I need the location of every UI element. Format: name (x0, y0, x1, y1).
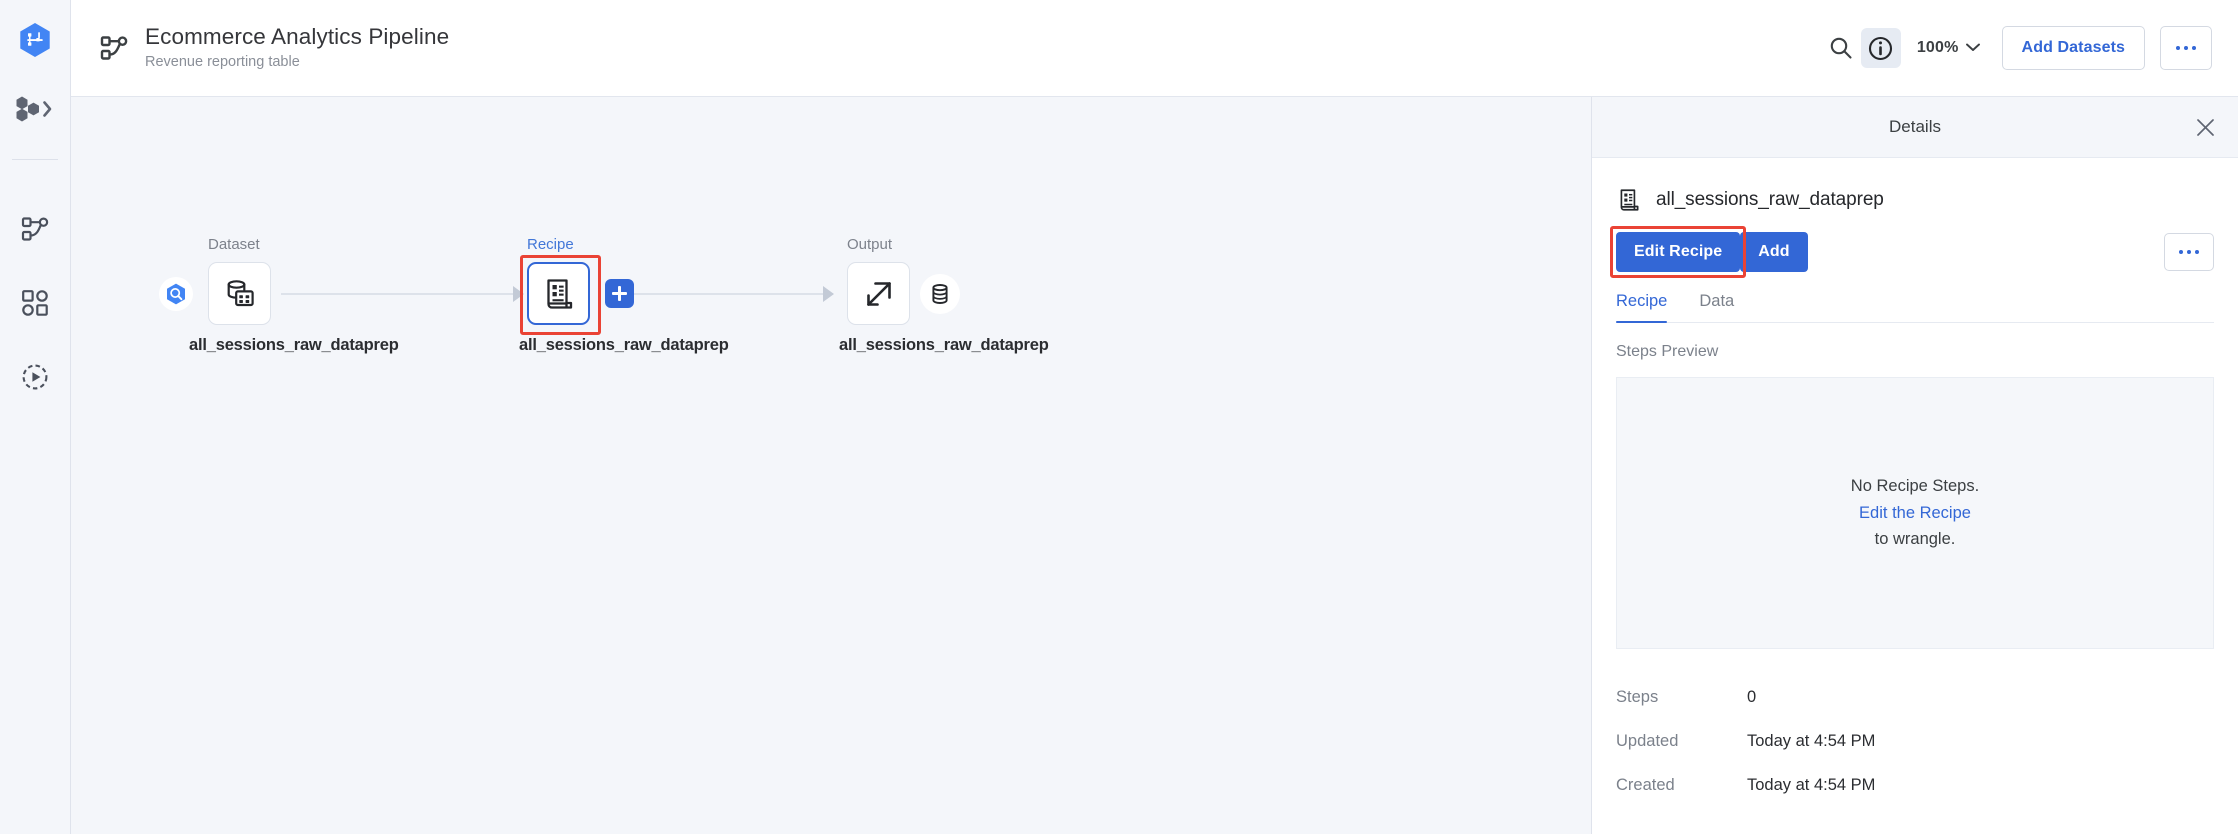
empty-state-message: No Recipe Steps. Edit the Recipe to wran… (1851, 473, 1979, 553)
edge-dataset-to-recipe (281, 293, 521, 295)
recipe-node-box[interactable] (527, 262, 590, 325)
node-name-label: all_sessions_raw_dataprep (189, 336, 399, 354)
grid-squares-icon (22, 290, 48, 316)
meta-key: Created (1616, 775, 1675, 794)
page-title-block: Ecommerce Analytics Pipeline Revenue rep… (99, 23, 449, 74)
details-panel: Details all_sessions_raw_dataprep Edit R… (1592, 97, 2238, 834)
search-icon[interactable] (1821, 28, 1861, 68)
database-table-icon (227, 279, 254, 306)
meta-key: Steps (1616, 687, 1659, 706)
meta-value: Today at 4:54 PM (1747, 731, 1876, 750)
details-body: all_sessions_raw_dataprep Edit Recipe Ad… (1592, 158, 2238, 834)
bigquery-source-badge[interactable] (159, 277, 193, 311)
meta-value: 0 (1747, 687, 1757, 706)
close-icon[interactable] (2188, 110, 2222, 144)
dataset-node-box[interactable] (208, 262, 271, 325)
dataprep-logo-icon[interactable] (12, 17, 58, 63)
sidebar-item-flows[interactable] (12, 206, 58, 252)
output-target-badge[interactable] (920, 274, 960, 314)
top-header: Ecommerce Analytics Pipeline Revenue rep… (71, 0, 2238, 97)
steps-preview-label: Steps Preview (1616, 343, 1719, 360)
workspace-switcher[interactable] (5, 89, 65, 129)
edit-recipe-wrapper: Edit Recipe (1610, 226, 1747, 278)
tab-recipe[interactable]: Recipe (1616, 292, 1668, 323)
body-split: Dataset all_sessions_raw_dataprep Recipe… (71, 97, 2238, 834)
database-cylinder-icon (932, 284, 948, 304)
edge-arrowhead-output (823, 286, 834, 302)
details-header: Details (1592, 97, 2238, 158)
bigquery-icon (167, 283, 185, 305)
meta-row: Updated Today at 4:54 PM (1616, 719, 2214, 763)
node-kind-label: Recipe (527, 236, 574, 253)
recipe-document-icon (546, 278, 572, 309)
header-actions: 100% Add Datasets (1821, 26, 2212, 70)
info-circle-icon[interactable] (1860, 28, 1901, 68)
rail-divider (12, 159, 58, 160)
meta-row: Steps 0 (1616, 675, 2214, 719)
steps-preview-box: No Recipe Steps. Edit the Recipe to wran… (1616, 377, 2214, 649)
edit-the-recipe-link[interactable]: Edit the Recipe (1859, 504, 1971, 522)
node-kind-label: Dataset (208, 236, 260, 253)
meta-key: Updated (1616, 731, 1679, 750)
node-kind-label: Output (847, 236, 893, 253)
edit-recipe-button[interactable]: Edit Recipe (1616, 232, 1741, 272)
flow-graph-icon (99, 33, 129, 63)
ellipsis-icon (2178, 249, 2200, 255)
recipe-document-icon (1616, 187, 1642, 213)
node-name-label: all_sessions_raw_dataprep (519, 336, 729, 354)
details-tabs: Recipe Data (1616, 292, 2214, 323)
details-title: Details (1889, 117, 1941, 136)
chevron-down-icon (1965, 39, 1980, 57)
details-more-button[interactable] (2164, 233, 2214, 271)
add-datasets-button[interactable]: Add Datasets (2001, 26, 2145, 70)
details-entity-name: all_sessions_raw_dataprep (1656, 189, 1884, 210)
add-button[interactable]: Add (1740, 232, 1808, 272)
meta-value: Today at 4:54 PM (1747, 775, 1876, 794)
ellipsis-icon (2175, 45, 2197, 51)
zoom-control[interactable]: 100% (1917, 39, 1980, 57)
flow-canvas[interactable]: Dataset all_sessions_raw_dataprep Recipe… (71, 97, 1592, 834)
app-root: Ecommerce Analytics Pipeline Revenue rep… (0, 0, 2238, 834)
zoom-level-value: 100% (1916, 39, 1959, 56)
header-more-button[interactable] (2160, 26, 2212, 70)
details-entity-row: all_sessions_raw_dataprep (1616, 187, 2214, 213)
page-title: Ecommerce Analytics Pipeline (145, 23, 450, 49)
output-arrow-icon (866, 281, 891, 306)
empty-state-line2: to wrangle. (1874, 530, 1956, 549)
empty-state-line1: No Recipe Steps. (1850, 476, 1980, 495)
play-circle-icon (22, 364, 48, 390)
sidebar-item-library[interactable] (12, 280, 58, 326)
sidebar-item-job-runs[interactable] (12, 354, 58, 400)
meta-row: Created Today at 4:54 PM (1616, 763, 2214, 807)
add-node-button[interactable] (605, 279, 634, 308)
left-rail (0, 0, 71, 834)
node-name-label: all_sessions_raw_dataprep (839, 336, 1049, 354)
details-meta-list: Steps 0 Updated Today at 4:54 PM Created… (1616, 675, 2214, 807)
output-node-box[interactable] (847, 262, 910, 325)
flow-graph-icon (21, 217, 49, 241)
edge-arrowhead-recipe (513, 286, 524, 302)
main-column: Ecommerce Analytics Pipeline Revenue rep… (71, 0, 2238, 834)
edge-recipe-to-output (611, 293, 833, 295)
tab-data[interactable]: Data (1699, 292, 1734, 322)
page-subtitle: Revenue reporting table (145, 53, 300, 70)
details-actions: Edit Recipe Add (1610, 226, 2214, 278)
